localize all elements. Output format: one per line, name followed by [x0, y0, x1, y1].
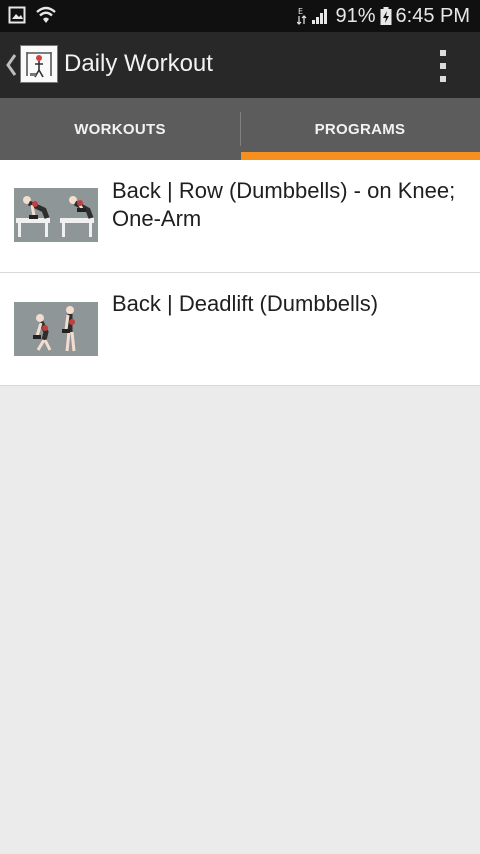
exercise-title: Back | Row (Dumbbells) - on Knee; One-Ar…	[112, 178, 456, 231]
wifi-icon	[36, 6, 56, 23]
signal-icon	[312, 9, 328, 24]
overflow-menu-icon[interactable]	[436, 50, 450, 82]
exercise-title: Back | Deadlift (Dumbbells)	[112, 291, 379, 316]
app-title: Daily Workout	[64, 50, 213, 77]
tab-bar: WORKOUTS PROGRAMS	[0, 98, 480, 160]
status-bar: E 91% 6:45 PM	[0, 0, 480, 32]
dumbbell-row-figure-icon	[14, 188, 98, 242]
tab-programs[interactable]: PROGRAMS	[240, 98, 480, 160]
list-item[interactable]: Back | Row (Dumbbells) - on Knee; One-Ar…	[0, 160, 480, 273]
svg-text:E: E	[298, 7, 303, 16]
list-item[interactable]: Back | Deadlift (Dumbbells)	[0, 273, 480, 386]
clock: 6:45 PM	[395, 4, 470, 27]
battery-percent: 91%	[335, 4, 376, 27]
battery-charging-icon	[380, 7, 392, 25]
action-bar: Daily Workout	[0, 32, 480, 98]
exercise-list: Back | Row (Dumbbells) - on Knee; One-Ar…	[0, 160, 480, 386]
app-logo-icon[interactable]	[20, 45, 58, 83]
data-arrows-icon: E	[297, 7, 307, 25]
back-chevron-icon[interactable]	[4, 52, 18, 78]
tab-workouts[interactable]: WORKOUTS	[0, 98, 240, 160]
gallery-icon	[8, 6, 26, 24]
selected-tab-indicator	[241, 152, 480, 160]
dumbbell-deadlift-figure-icon	[14, 302, 98, 356]
